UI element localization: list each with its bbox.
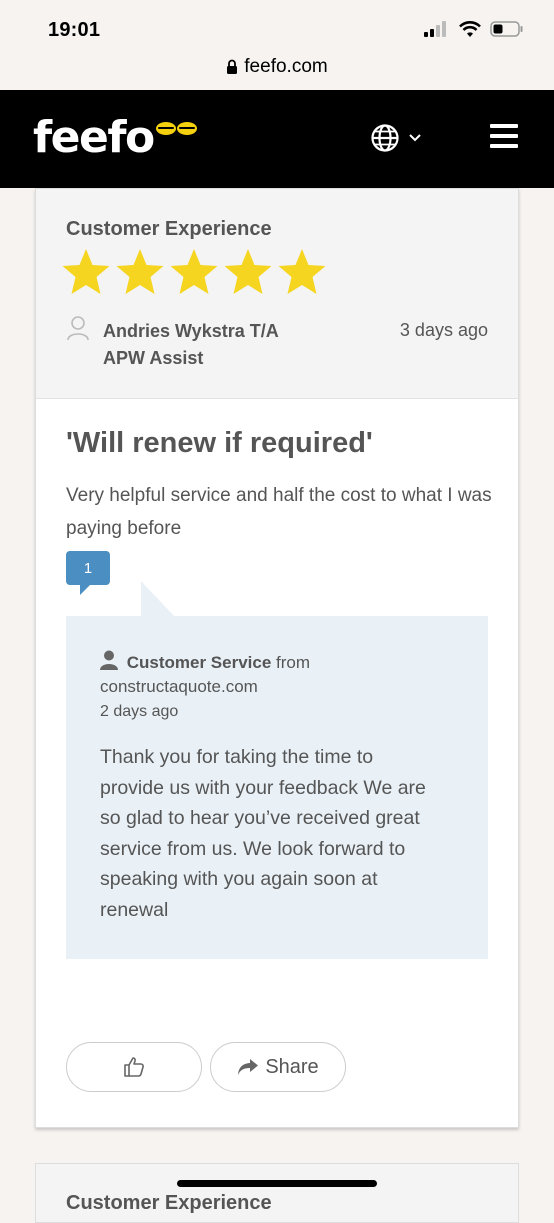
star-rating bbox=[60, 247, 328, 297]
home-indicator bbox=[177, 1180, 377, 1187]
merchant-reply: Customer Service from constructaquote.co… bbox=[66, 616, 488, 959]
hamburger-menu-icon[interactable] bbox=[490, 124, 522, 152]
reply-text: Thank you for taking the time to provide… bbox=[100, 746, 426, 921]
review-date: 3 days ago bbox=[399, 320, 488, 340]
user-icon bbox=[67, 316, 89, 341]
reply-from-label: from bbox=[276, 653, 311, 672]
person-icon bbox=[100, 650, 118, 670]
thumbs-up-icon bbox=[124, 1057, 144, 1077]
star-icon bbox=[278, 249, 326, 294]
star-icon bbox=[170, 249, 218, 294]
share-arrow-icon bbox=[238, 1059, 259, 1075]
status-bar: 19:01 bbox=[0, 0, 554, 48]
cellular-signal-icon bbox=[424, 21, 446, 37]
feefo-logo[interactable]: feefo bbox=[33, 114, 197, 162]
star-icon bbox=[62, 249, 110, 294]
reply-author: Customer Service bbox=[126, 653, 272, 672]
site-header: feefo bbox=[0, 90, 554, 188]
battery-icon bbox=[490, 21, 523, 37]
reply-count-badge[interactable]: 1 bbox=[66, 551, 110, 595]
reply-header: Customer Service from constructaquote.co… bbox=[100, 650, 430, 699]
next-section-title: Customer Experience bbox=[66, 1192, 272, 1214]
star-icon bbox=[116, 249, 164, 294]
language-selector[interactable] bbox=[370, 123, 422, 153]
status-icons bbox=[424, 20, 524, 38]
review-card: Customer Experience Andries Wykstra T/A … bbox=[35, 188, 519, 1128]
wifi-icon bbox=[459, 21, 481, 37]
globe-icon bbox=[371, 124, 399, 152]
star-icon bbox=[224, 249, 272, 294]
next-review-card: Customer Experience bbox=[35, 1163, 519, 1223]
status-time: 19:01 bbox=[48, 19, 101, 41]
logo-text: feefo bbox=[33, 112, 155, 163]
reviewer-name: Andries Wykstra T/A APW Assist bbox=[103, 321, 279, 368]
like-button[interactable] bbox=[66, 1042, 202, 1092]
section-title: Customer Experience bbox=[66, 218, 272, 240]
review-body: Very helpful service and half the cost t… bbox=[66, 485, 492, 539]
share-button[interactable]: Share bbox=[210, 1042, 346, 1092]
review-actions: Share bbox=[66, 1042, 346, 1092]
review-title: 'Will renew if required' bbox=[66, 427, 373, 459]
lock-icon bbox=[227, 59, 238, 74]
logo-eyes-icon bbox=[155, 122, 197, 135]
share-label: Share bbox=[265, 1055, 319, 1078]
reply-pointer bbox=[141, 581, 175, 617]
review-card-header: Customer Experience Andries Wykstra T/A … bbox=[36, 189, 518, 399]
reply-date: 2 days ago bbox=[100, 703, 179, 720]
address-bar[interactable]: feefo.com bbox=[0, 48, 554, 90]
url-text: feefo.com bbox=[244, 56, 328, 77]
reply-company: constructaquote.com bbox=[100, 677, 258, 696]
chevron-down-icon bbox=[409, 134, 421, 142]
